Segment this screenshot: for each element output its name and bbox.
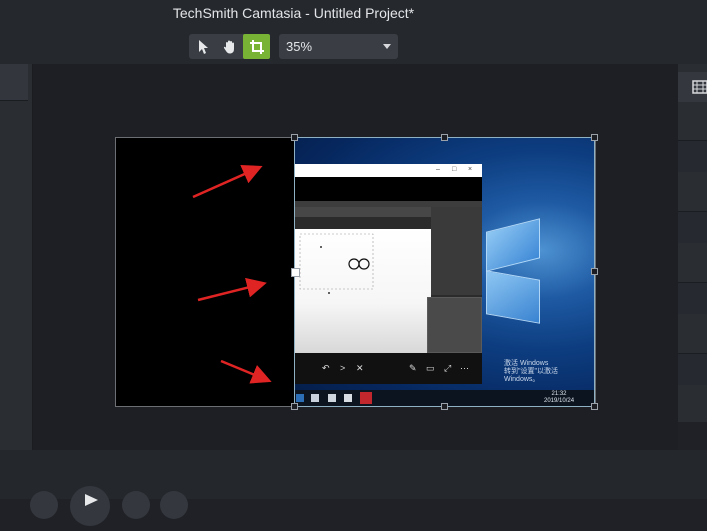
title-bar: TechSmith Camtasia - Untitled Project* 3… [0, 0, 707, 64]
film-strip-icon [692, 80, 707, 94]
resize-handle-top-right[interactable] [591, 134, 598, 141]
activate-windows-watermark: 激活 Windows 转到"设置"以激活 Windows。 [504, 360, 595, 384]
properties-row [678, 282, 707, 314]
clock-date: 2019/10/24 [544, 398, 575, 404]
more-icon: ⋯ [460, 363, 469, 373]
left-side-panel [0, 64, 33, 499]
chevron-down-icon [383, 44, 391, 49]
windows-logo-pane [486, 270, 540, 324]
properties-row [678, 140, 707, 172]
zoom-dropdown[interactable]: 35% [279, 34, 398, 59]
mail-icon [328, 394, 336, 402]
crop-icon [249, 39, 264, 54]
windows-logo-pane [486, 218, 540, 272]
play-icon [85, 494, 98, 506]
resize-handle-left[interactable] [291, 268, 300, 277]
resize-handle-bottom-left[interactable] [291, 403, 298, 410]
camtasia-taskbar-icon [360, 392, 372, 404]
hand-icon [223, 40, 234, 54]
photoshop-screenshot [294, 201, 482, 353]
watermark-line-1: 激活 Windows [504, 360, 549, 367]
resize-handle-bottom[interactable] [441, 403, 448, 410]
tablet-icon: ▭ [426, 363, 435, 373]
crop-tool-button[interactable] [243, 34, 270, 59]
resize-handle-bottom-right[interactable] [591, 403, 598, 410]
clock-time: 21:32 [551, 391, 567, 397]
app-icon [344, 394, 352, 402]
forward-button[interactable] [122, 491, 150, 519]
rotate-icon: ↶ [322, 363, 330, 373]
maximize-icon: □ [452, 166, 457, 173]
properties-row [678, 353, 707, 385]
select-tool-button[interactable] [189, 34, 216, 59]
pen-icon: ✎ [409, 363, 417, 373]
taskbar-clock: 21:32 2019/10/24 [544, 391, 574, 405]
left-panel-tab[interactable] [0, 64, 28, 101]
next-icon: > [340, 363, 346, 373]
ps-options-bar [294, 207, 431, 217]
resize-handle-top[interactable] [441, 134, 448, 141]
properties-tab[interactable] [678, 72, 707, 102]
store-icon [311, 394, 319, 402]
right-properties-panel [678, 64, 707, 422]
ps-document-content [299, 233, 374, 294]
expand-icon: ⤢ [444, 363, 452, 373]
zoom-value: 35% [286, 39, 313, 54]
embedded-window-titlebar: – □ × [294, 164, 482, 177]
properties-row [678, 211, 707, 243]
ps-floating-panel [427, 297, 482, 353]
resize-handle-top-left[interactable] [291, 134, 298, 141]
ps-document [294, 229, 431, 353]
next-frame-button[interactable] [160, 491, 188, 519]
window-title: TechSmith Camtasia - Untitled Project* [172, 5, 415, 21]
minimize-icon: – [436, 166, 440, 173]
play-button[interactable] [70, 486, 110, 526]
close-icon: × [468, 166, 473, 173]
canvas-tool-group [189, 34, 270, 59]
embedded-player-controls: ↶ > ✕ ✎ ▭ ⤢ ⋯ [294, 353, 482, 384]
resize-handle-right[interactable] [591, 268, 598, 275]
embedded-app-window: – □ × ↶ > ✕ ✎ ▭ ⤢ ⋯ [294, 164, 482, 384]
rewind-button[interactable] [30, 491, 58, 519]
watermark-line-2: 转到"设置"以激活 Windows。 [504, 368, 558, 383]
media-clip[interactable]: 激活 Windows 转到"设置"以激活 Windows。 – □ × ↶ > … [294, 137, 595, 407]
ps-side-panel [431, 207, 482, 295]
arrow-pointer-icon [198, 39, 208, 54]
playback-bar [0, 450, 707, 526]
shuffle-icon: ✕ [356, 363, 364, 373]
pan-tool-button[interactable] [216, 34, 243, 59]
folder-icon [296, 394, 304, 402]
